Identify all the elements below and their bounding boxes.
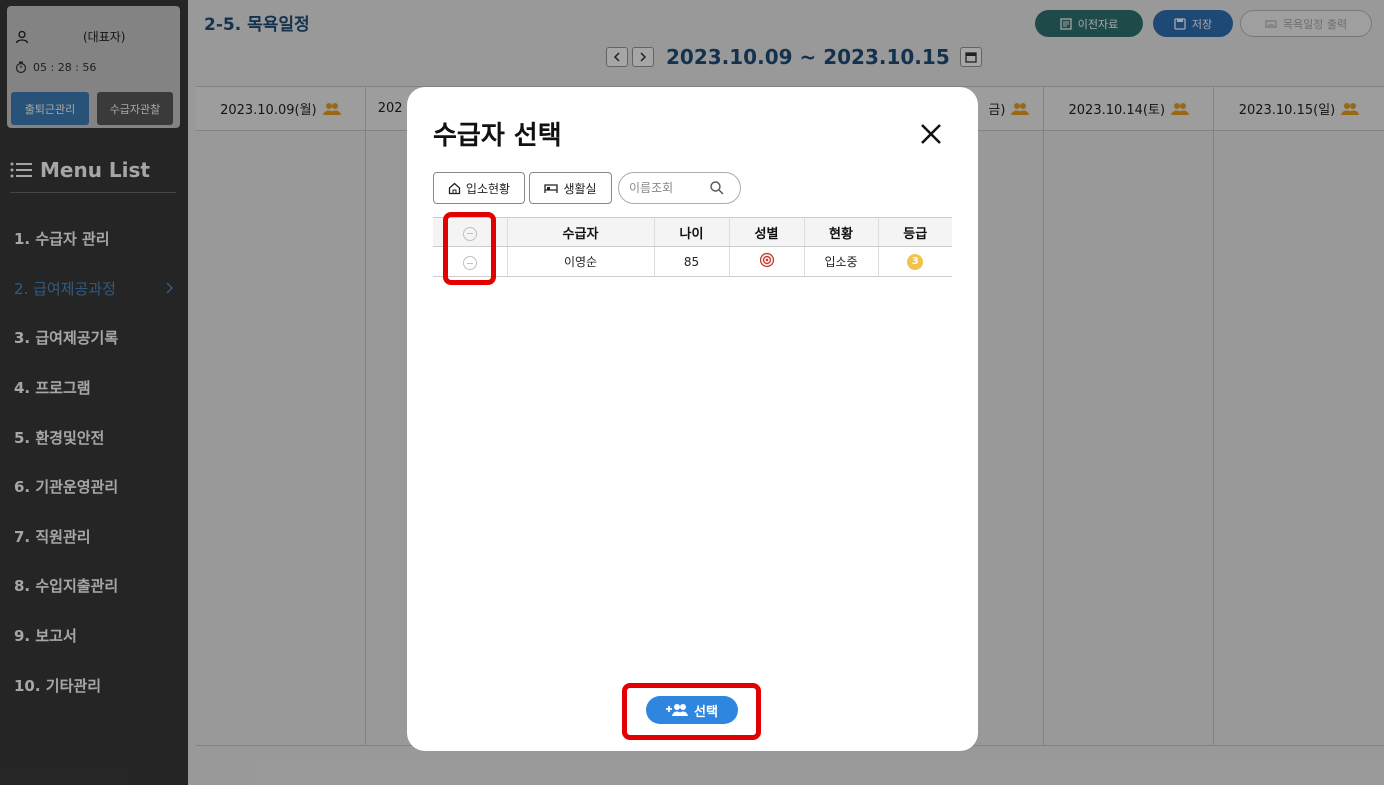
table-header-row: 수급자 나이 성별 현황 등급 xyxy=(433,217,952,247)
column-header[interactable]: 수급자 xyxy=(507,217,655,247)
column-header[interactable]: 나이 xyxy=(654,217,730,247)
home-icon xyxy=(448,182,461,194)
modal-title: 수급자 선택 xyxy=(433,121,562,151)
admission-filter-label: 입소현황 xyxy=(465,181,511,196)
name-search-input[interactable] xyxy=(629,181,709,195)
grade-badge: 3 xyxy=(907,253,924,270)
living-room-filter[interactable]: 생활실 xyxy=(529,172,612,204)
recipient-status: 입소중 xyxy=(804,246,879,277)
close-icon[interactable] xyxy=(917,120,945,148)
column-header[interactable]: 성별 xyxy=(729,217,805,247)
recipient-table: 수급자 나이 성별 현황 등급 이영순 85 입소중 3 xyxy=(433,217,952,277)
recipient-grade: 3 xyxy=(878,246,952,277)
admission-status-filter[interactable]: 입소현황 xyxy=(433,172,525,204)
column-header[interactable]: 현황 xyxy=(804,217,879,247)
search-icon[interactable] xyxy=(709,180,725,196)
room-filter-label: 생활실 xyxy=(563,181,597,196)
recipient-gender xyxy=(729,246,805,277)
select-button-highlight-box xyxy=(622,683,761,740)
bed-icon xyxy=(544,184,559,193)
table-row[interactable]: 이영순 85 입소중 3 xyxy=(433,246,952,277)
name-search-box xyxy=(618,172,741,204)
column-header[interactable]: 등급 xyxy=(878,217,952,247)
checkbox-highlight-box xyxy=(443,212,496,285)
recipient-select-modal: 수급자 선택 입소현황 생활실 수급자 나이 성별 현황 등급 이영순 xyxy=(407,87,978,751)
female-icon xyxy=(759,252,774,268)
recipient-age: 85 xyxy=(654,246,730,277)
recipient-name: 이영순 xyxy=(507,246,655,277)
